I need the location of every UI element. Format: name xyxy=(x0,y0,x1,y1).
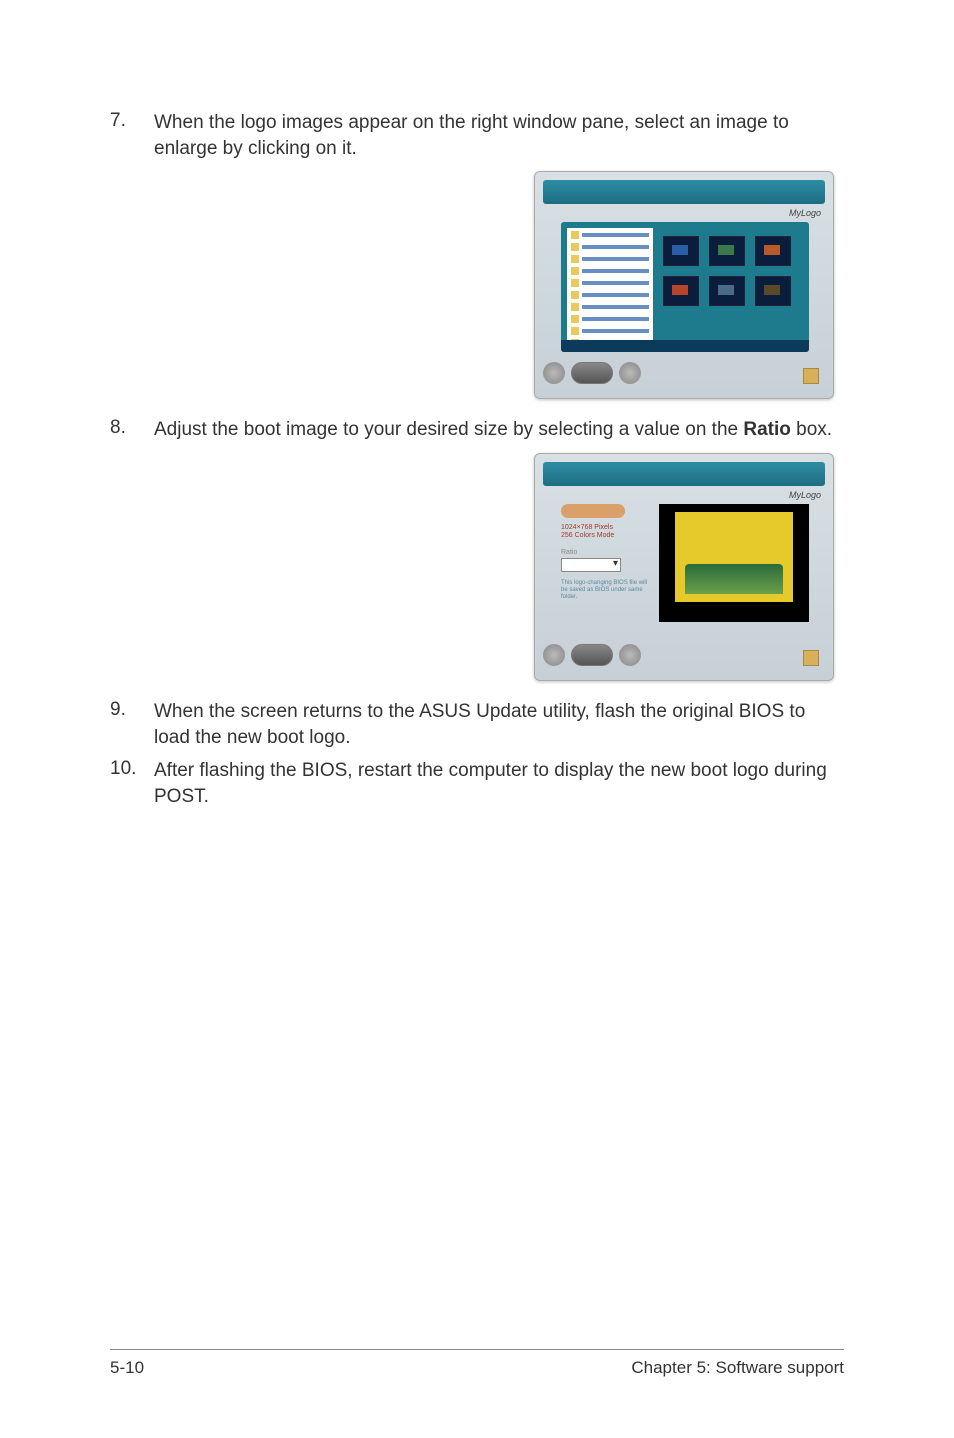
document-page: 7. When the logo images appear on the ri… xyxy=(0,0,954,1438)
step-text-after: box. xyxy=(791,419,832,440)
hint-note: This logo-changing BIOS file will be sav… xyxy=(561,580,649,602)
step-number: 10. xyxy=(110,758,154,809)
ratio-select[interactable] xyxy=(561,558,621,572)
thumbnail[interactable] xyxy=(709,236,745,266)
step-text: Adjust the boot image to your desired si… xyxy=(154,417,844,443)
image-meta: 1024×768 Pixels 256 Colors Mode xyxy=(561,524,649,541)
nav-button-wide[interactable] xyxy=(571,644,613,666)
meta-colors: 256 Colors Mode xyxy=(561,532,649,540)
screenshot-1-wrap: MyLogo xyxy=(110,171,844,399)
thumbnail[interactable] xyxy=(709,276,745,306)
step-8: 8. Adjust the boot image to your desired… xyxy=(110,417,844,443)
thumbnail[interactable] xyxy=(755,276,791,306)
nav-button[interactable] xyxy=(543,644,565,666)
preview-image xyxy=(675,512,793,602)
preview-label xyxy=(561,504,625,518)
status-bar xyxy=(561,340,809,352)
nav-button[interactable] xyxy=(543,362,565,384)
resize-handle-icon xyxy=(803,368,819,384)
nav-button[interactable] xyxy=(619,644,641,666)
step-number: 9. xyxy=(110,699,154,750)
step-9: 9. When the screen returns to the ASUS U… xyxy=(110,699,844,750)
folder-tree[interactable] xyxy=(567,228,653,346)
bottom-toolbar xyxy=(543,638,825,672)
page-number: 5-10 xyxy=(110,1358,144,1378)
app-titlebar xyxy=(543,462,825,486)
step-text: When the logo images appear on the right… xyxy=(154,110,844,161)
step-10: 10. After flashing the BIOS, restart the… xyxy=(110,758,844,809)
step-text-bold: Ratio xyxy=(743,419,791,440)
step-7: 7. When the logo images appear on the ri… xyxy=(110,110,844,161)
step-number: 8. xyxy=(110,417,154,443)
screenshot-image-browser: MyLogo xyxy=(534,171,834,399)
thumbnail[interactable] xyxy=(663,236,699,266)
chapter-label: Chapter 5: Software support xyxy=(631,1358,844,1378)
preview-panel xyxy=(659,504,809,622)
app-titlebar xyxy=(543,180,825,204)
brand-label: MyLogo xyxy=(789,208,821,218)
browser-panel xyxy=(561,222,809,352)
thumbnail[interactable] xyxy=(755,236,791,266)
left-controls: 1024×768 Pixels 256 Colors Mode Ratio Th… xyxy=(561,504,649,634)
nav-button-wide[interactable] xyxy=(571,362,613,384)
step-text: After flashing the BIOS, restart the com… xyxy=(154,758,844,809)
brand-label: MyLogo xyxy=(789,490,821,500)
thumbnail[interactable] xyxy=(663,276,699,306)
page-footer: 5-10 Chapter 5: Software support xyxy=(110,1349,844,1378)
step-text-before: Adjust the boot image to your desired si… xyxy=(154,419,743,440)
thumbnail-grid xyxy=(663,236,803,306)
step-number: 7. xyxy=(110,110,154,161)
meta-resolution: 1024×768 Pixels xyxy=(561,524,649,532)
step-text: When the screen returns to the ASUS Upda… xyxy=(154,699,844,750)
resize-handle-icon xyxy=(803,650,819,666)
ratio-label: Ratio xyxy=(561,549,649,556)
nav-button[interactable] xyxy=(619,362,641,384)
bottom-toolbar xyxy=(543,356,825,390)
screenshot-ratio-preview: MyLogo 1024×768 Pixels 256 Colors Mode R… xyxy=(534,453,834,681)
screenshot-2-wrap: MyLogo 1024×768 Pixels 256 Colors Mode R… xyxy=(110,453,844,681)
